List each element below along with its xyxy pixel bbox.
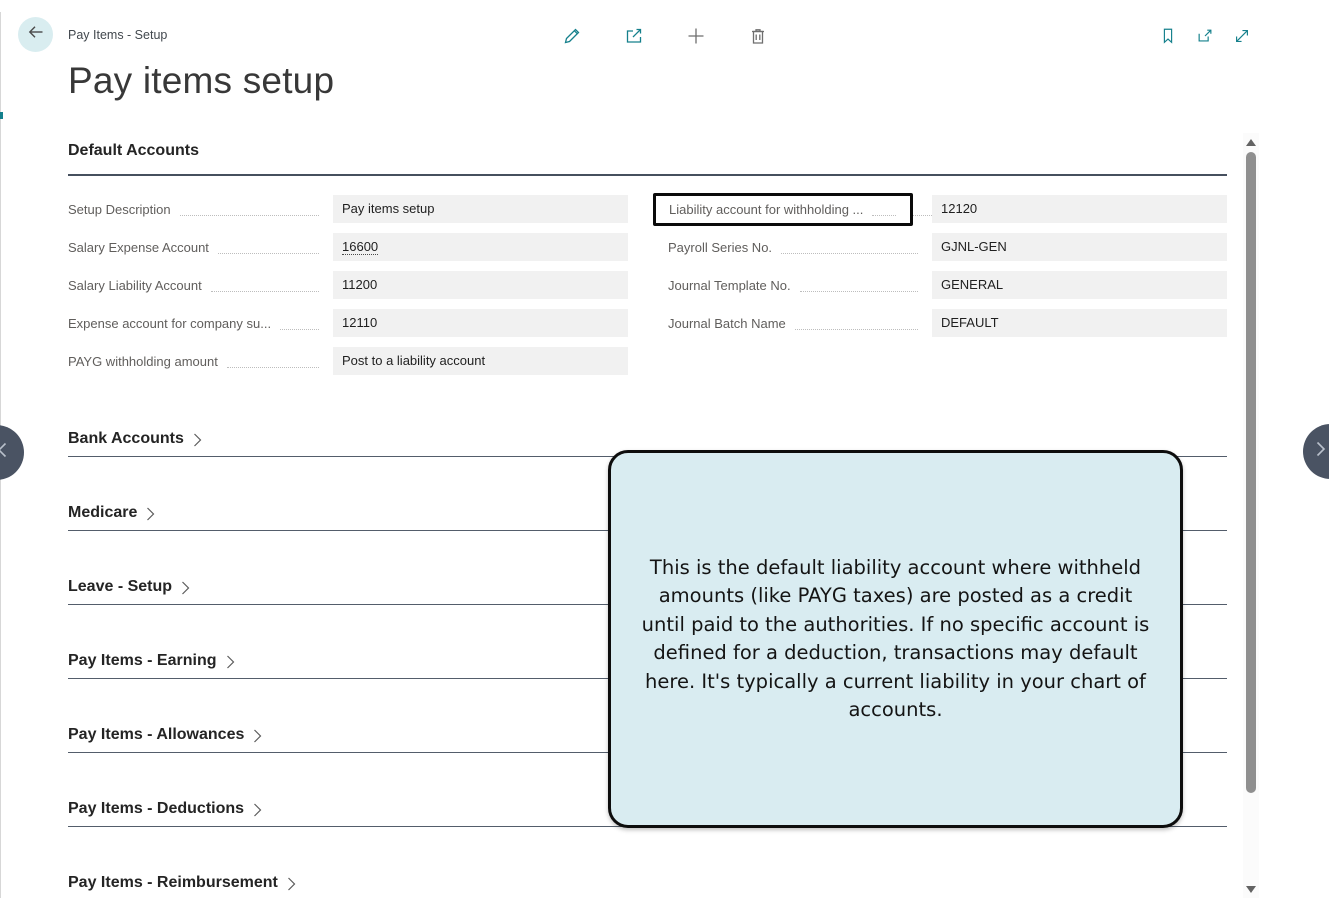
- field-label-box: Expense account for company su...: [68, 309, 333, 337]
- field-label-box: Salary Liability Account: [68, 271, 333, 299]
- default-accounts-form: Setup Description Pay items setup Salary E…: [68, 195, 1227, 385]
- dotted-leader: [913, 202, 932, 217]
- field-label: Setup Description: [68, 202, 171, 217]
- chevron-right-icon: [146, 507, 155, 521]
- field-value[interactable]: 12120: [932, 195, 1227, 223]
- add-new-icon[interactable]: [685, 25, 706, 46]
- field-row: Salary Expense Account 16600: [68, 233, 628, 261]
- open-in-new-window-icon[interactable]: [1194, 25, 1215, 46]
- tooltip-callout: This is the default liability account wh…: [608, 450, 1183, 828]
- scroll-down-arrow-icon[interactable]: [1246, 886, 1256, 893]
- field-value[interactable]: Pay items setup: [333, 195, 628, 223]
- dotted-leader: [800, 278, 918, 293]
- field-label: Payroll Series No.: [668, 240, 772, 255]
- field-row: Payroll Series No. GJNL-GEN: [668, 233, 1227, 261]
- field-value[interactable]: Post to a liability account: [333, 347, 628, 375]
- section-header-default-accounts[interactable]: Default Accounts: [68, 135, 1227, 176]
- dotted-leader: [180, 202, 319, 217]
- section-title: Leave - Setup: [68, 577, 172, 597]
- breadcrumb[interactable]: Pay Items - Setup: [68, 28, 167, 42]
- expand-icon[interactable]: [1231, 25, 1252, 46]
- field-label: Salary Liability Account: [68, 278, 202, 293]
- field-value[interactable]: GENERAL: [932, 271, 1227, 299]
- form-column-right: Liability account for withholding ... 121…: [668, 195, 1227, 385]
- chevron-right-icon: [253, 803, 262, 817]
- chevron-left-icon: [0, 442, 9, 463]
- window-edge-accent: [0, 112, 3, 119]
- section-title: Pay Items - Earning: [68, 651, 217, 671]
- field-value[interactable]: DEFAULT: [932, 309, 1227, 337]
- chevron-right-icon: [1314, 441, 1328, 462]
- previous-record-button[interactable]: [0, 425, 24, 480]
- field-value[interactable]: 12110: [333, 309, 628, 337]
- field-label: Expense account for company su...: [68, 316, 271, 331]
- dotted-leader: [218, 240, 319, 255]
- dotted-leader: [280, 316, 319, 331]
- field-row: Liability account for withholding ... 121…: [668, 195, 1227, 223]
- page-title: Pay items setup: [68, 60, 334, 102]
- scroll-up-arrow-icon[interactable]: [1246, 139, 1256, 146]
- tooltip-text: This is the default liability account wh…: [635, 554, 1156, 725]
- field-value[interactable]: GJNL-GEN: [932, 233, 1227, 261]
- chevron-right-icon: [193, 433, 202, 447]
- dotted-leader: [872, 202, 896, 216]
- section-title: Pay Items - Deductions: [68, 799, 244, 819]
- delete-trash-icon[interactable]: [747, 25, 768, 46]
- field-row: Setup Description Pay items setup: [68, 195, 628, 223]
- field-value-link[interactable]: 16600: [342, 239, 378, 255]
- section-title: Medicare: [68, 503, 137, 523]
- back-arrow-icon: [26, 22, 46, 47]
- field-row: Journal Batch Name DEFAULT: [668, 309, 1227, 337]
- section-title: Pay Items - Reimbursement: [68, 873, 278, 893]
- share-icon[interactable]: [623, 25, 644, 46]
- highlighted-field-label-box: Liability account for withholding ...: [653, 193, 913, 226]
- field-label-box: Salary Expense Account: [68, 233, 333, 261]
- vertical-scrollbar[interactable]: [1243, 133, 1259, 898]
- form-column-left: Setup Description Pay items setup Salary E…: [68, 195, 628, 385]
- toolbar-center: [561, 25, 768, 46]
- field-row: PAYG withholding amount Post to a liabili…: [68, 347, 628, 375]
- field-label: Journal Batch Name: [668, 316, 786, 331]
- field-label-box: Journal Batch Name: [668, 309, 932, 337]
- edit-pencil-icon[interactable]: [561, 25, 582, 46]
- chevron-right-icon: [287, 877, 296, 891]
- field-row: Journal Template No. GENERAL: [668, 271, 1227, 299]
- bookmark-icon[interactable]: [1157, 25, 1178, 46]
- field-label: Liability account for withholding ...: [669, 202, 863, 217]
- dotted-leader: [781, 240, 918, 255]
- field-label: Journal Template No.: [668, 278, 791, 293]
- next-record-button[interactable]: [1303, 424, 1329, 479]
- toolbar-right: [1157, 25, 1252, 46]
- field-label-box: PAYG withholding amount: [68, 347, 333, 375]
- field-label: Salary Expense Account: [68, 240, 209, 255]
- chevron-right-icon: [253, 729, 262, 743]
- field-label: PAYG withholding amount: [68, 354, 218, 369]
- chevron-right-icon: [181, 581, 190, 595]
- field-value[interactable]: 11200: [333, 271, 628, 299]
- field-label-box: Journal Template No.: [668, 271, 932, 299]
- section-header-pay-items-reimbursement[interactable]: Pay Items - Reimbursement: [68, 873, 1227, 898]
- field-value[interactable]: 16600: [333, 233, 628, 261]
- section-title: Bank Accounts: [68, 429, 184, 449]
- top-bar: Pay Items - Setup: [0, 12, 1329, 58]
- field-label-box: Setup Description: [68, 195, 333, 223]
- dotted-leader: [211, 278, 319, 293]
- back-button[interactable]: [18, 17, 53, 52]
- dotted-leader: [795, 316, 918, 331]
- chevron-right-icon: [226, 655, 235, 669]
- field-row: Expense account for company su... 12110: [68, 309, 628, 337]
- section-title: Pay Items - Allowances: [68, 725, 244, 745]
- field-label-box: Payroll Series No.: [668, 233, 932, 261]
- dotted-leader: [227, 354, 319, 369]
- scrollbar-thumb[interactable]: [1246, 152, 1256, 793]
- field-row: Salary Liability Account 11200: [68, 271, 628, 299]
